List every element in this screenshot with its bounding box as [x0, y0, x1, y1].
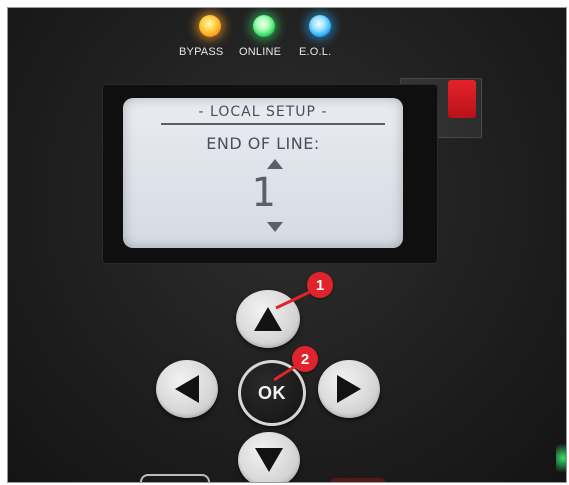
left-button[interactable]: [156, 360, 218, 418]
triangle-left-icon: [175, 375, 199, 403]
device-panel: BYPASS ONLINE E.O.L. - LOCAL SETUP - END…: [7, 7, 567, 483]
step-marker-2: 2: [292, 346, 318, 372]
bypass-label: BYPASS: [179, 46, 224, 58]
down-button[interactable]: [238, 432, 300, 482]
triangle-down-icon: [255, 448, 283, 472]
triangle-right-icon: [337, 375, 361, 403]
lcd-divider: [161, 123, 385, 125]
bypass-led-icon: [199, 15, 221, 37]
up-button[interactable]: [236, 290, 300, 348]
online-led-icon: [253, 15, 275, 37]
step-marker-1: 1: [307, 272, 333, 298]
ok-button[interactable]: OK: [238, 360, 306, 426]
online-label: ONLINE: [239, 46, 282, 58]
red-tab: [448, 80, 476, 118]
triangle-up-icon: [254, 307, 282, 331]
green-indicator-glow: [556, 438, 566, 478]
lcd-title: - LOCAL SETUP -: [198, 104, 328, 120]
lcd-setting-label: END OF LINE:: [206, 134, 320, 153]
eol-label: E.O.L.: [299, 46, 332, 58]
bottom-bracket-right: [330, 478, 386, 482]
increment-arrow-icon: [267, 159, 283, 169]
lcd-screen: - LOCAL SETUP - END OF LINE: 1: [123, 98, 403, 248]
ok-button-label: OK: [258, 382, 286, 403]
bottom-bracket-left: [140, 474, 210, 482]
lcd-setting-value: 1: [250, 170, 276, 216]
eol-led-icon: [309, 15, 331, 37]
decrement-arrow-icon: [267, 222, 283, 232]
right-button[interactable]: [318, 360, 380, 418]
